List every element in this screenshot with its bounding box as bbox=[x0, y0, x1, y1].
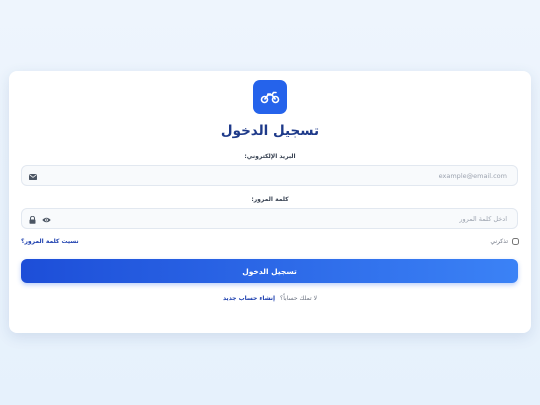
email-field-wrapper bbox=[21, 165, 518, 186]
no-account-text: لا تملك حساباً؟ bbox=[280, 295, 318, 302]
envelope-icon bbox=[28, 172, 37, 181]
login-card: تسجيل الدخول البريد الإلكتروني: كلمة الم… bbox=[9, 71, 531, 333]
eye-icon[interactable] bbox=[42, 215, 51, 224]
page-title: تسجيل الدخول bbox=[220, 123, 320, 139]
password-field-wrapper bbox=[21, 208, 518, 229]
login-button[interactable]: تسجيل الدخول bbox=[21, 259, 518, 283]
password-label: كلمة المرور: bbox=[251, 196, 289, 203]
motorcycle-icon bbox=[260, 91, 280, 104]
signup-link[interactable]: إنشاء حساب جديد bbox=[223, 295, 275, 302]
email-field[interactable] bbox=[22, 166, 517, 185]
logo-badge bbox=[253, 80, 287, 114]
email-label: البريد الإلكتروني: bbox=[244, 153, 296, 160]
forgot-password-link[interactable]: نسيت كلمة المرور؟ bbox=[21, 238, 79, 245]
lock-icon bbox=[28, 215, 37, 224]
remember-label: تذكرني bbox=[490, 238, 508, 245]
remember-me[interactable]: تذكرني bbox=[490, 238, 519, 245]
password-field[interactable] bbox=[22, 209, 517, 228]
signup-prompt: لا تملك حساباً؟ إنشاء حساب جديد bbox=[9, 295, 531, 302]
remember-checkbox[interactable] bbox=[512, 238, 519, 245]
